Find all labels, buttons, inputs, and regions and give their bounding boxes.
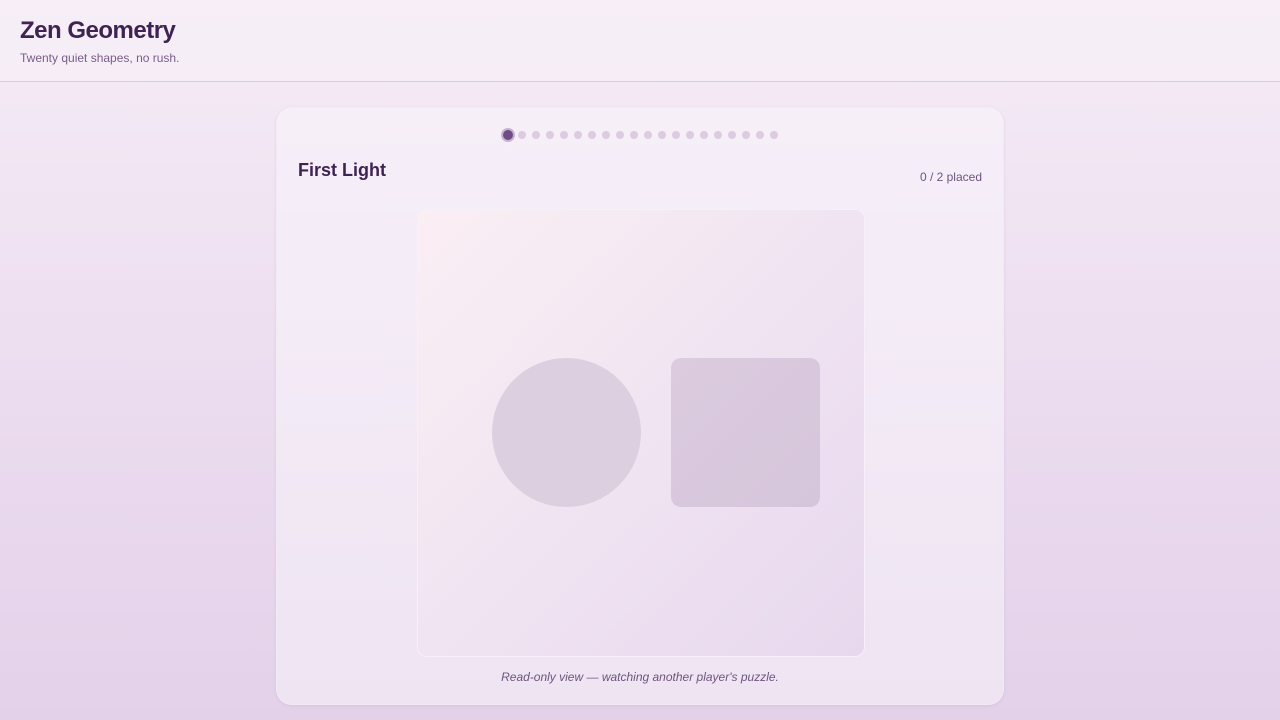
placed-counter: 0 / 2 placed	[919, 170, 982, 184]
level-dot-1	[501, 128, 515, 142]
puzzle-board	[417, 209, 865, 657]
level-dot-8	[602, 131, 610, 139]
level-dot-4	[546, 131, 554, 139]
level-dot-17	[728, 131, 736, 139]
circle-target-slot	[492, 358, 641, 507]
level-dot-15	[700, 131, 708, 139]
level-dot-11	[644, 131, 652, 139]
level-dot-10	[630, 131, 638, 139]
level-dot-5	[560, 131, 568, 139]
level-dot-18	[742, 131, 750, 139]
puzzle-card: First Light 0 / 2 placed Read-only view …	[276, 107, 1004, 705]
app-title: Zen Geometry	[20, 17, 176, 44]
level-dot-9	[616, 131, 624, 139]
level-dot-19	[756, 131, 764, 139]
level-dot-7	[588, 131, 596, 139]
app-header: Zen Geometry Twenty quiet shapes, no rus…	[0, 0, 1280, 82]
level-dot-6	[574, 131, 582, 139]
level-dot-13	[672, 131, 680, 139]
level-progress-dots	[277, 108, 1003, 162]
level-dot-3	[532, 131, 540, 139]
level-dot-16	[714, 131, 722, 139]
read-only-notice: Read-only view — watching another player…	[501, 670, 779, 684]
level-dot-12	[658, 131, 666, 139]
level-title: First Light	[298, 160, 386, 180]
square-target-slot	[671, 358, 820, 507]
level-dot-14	[686, 131, 694, 139]
app-subtitle: Twenty quiet shapes, no rush.	[20, 51, 180, 65]
level-dot-2	[518, 131, 526, 139]
level-dot-20	[770, 131, 778, 139]
